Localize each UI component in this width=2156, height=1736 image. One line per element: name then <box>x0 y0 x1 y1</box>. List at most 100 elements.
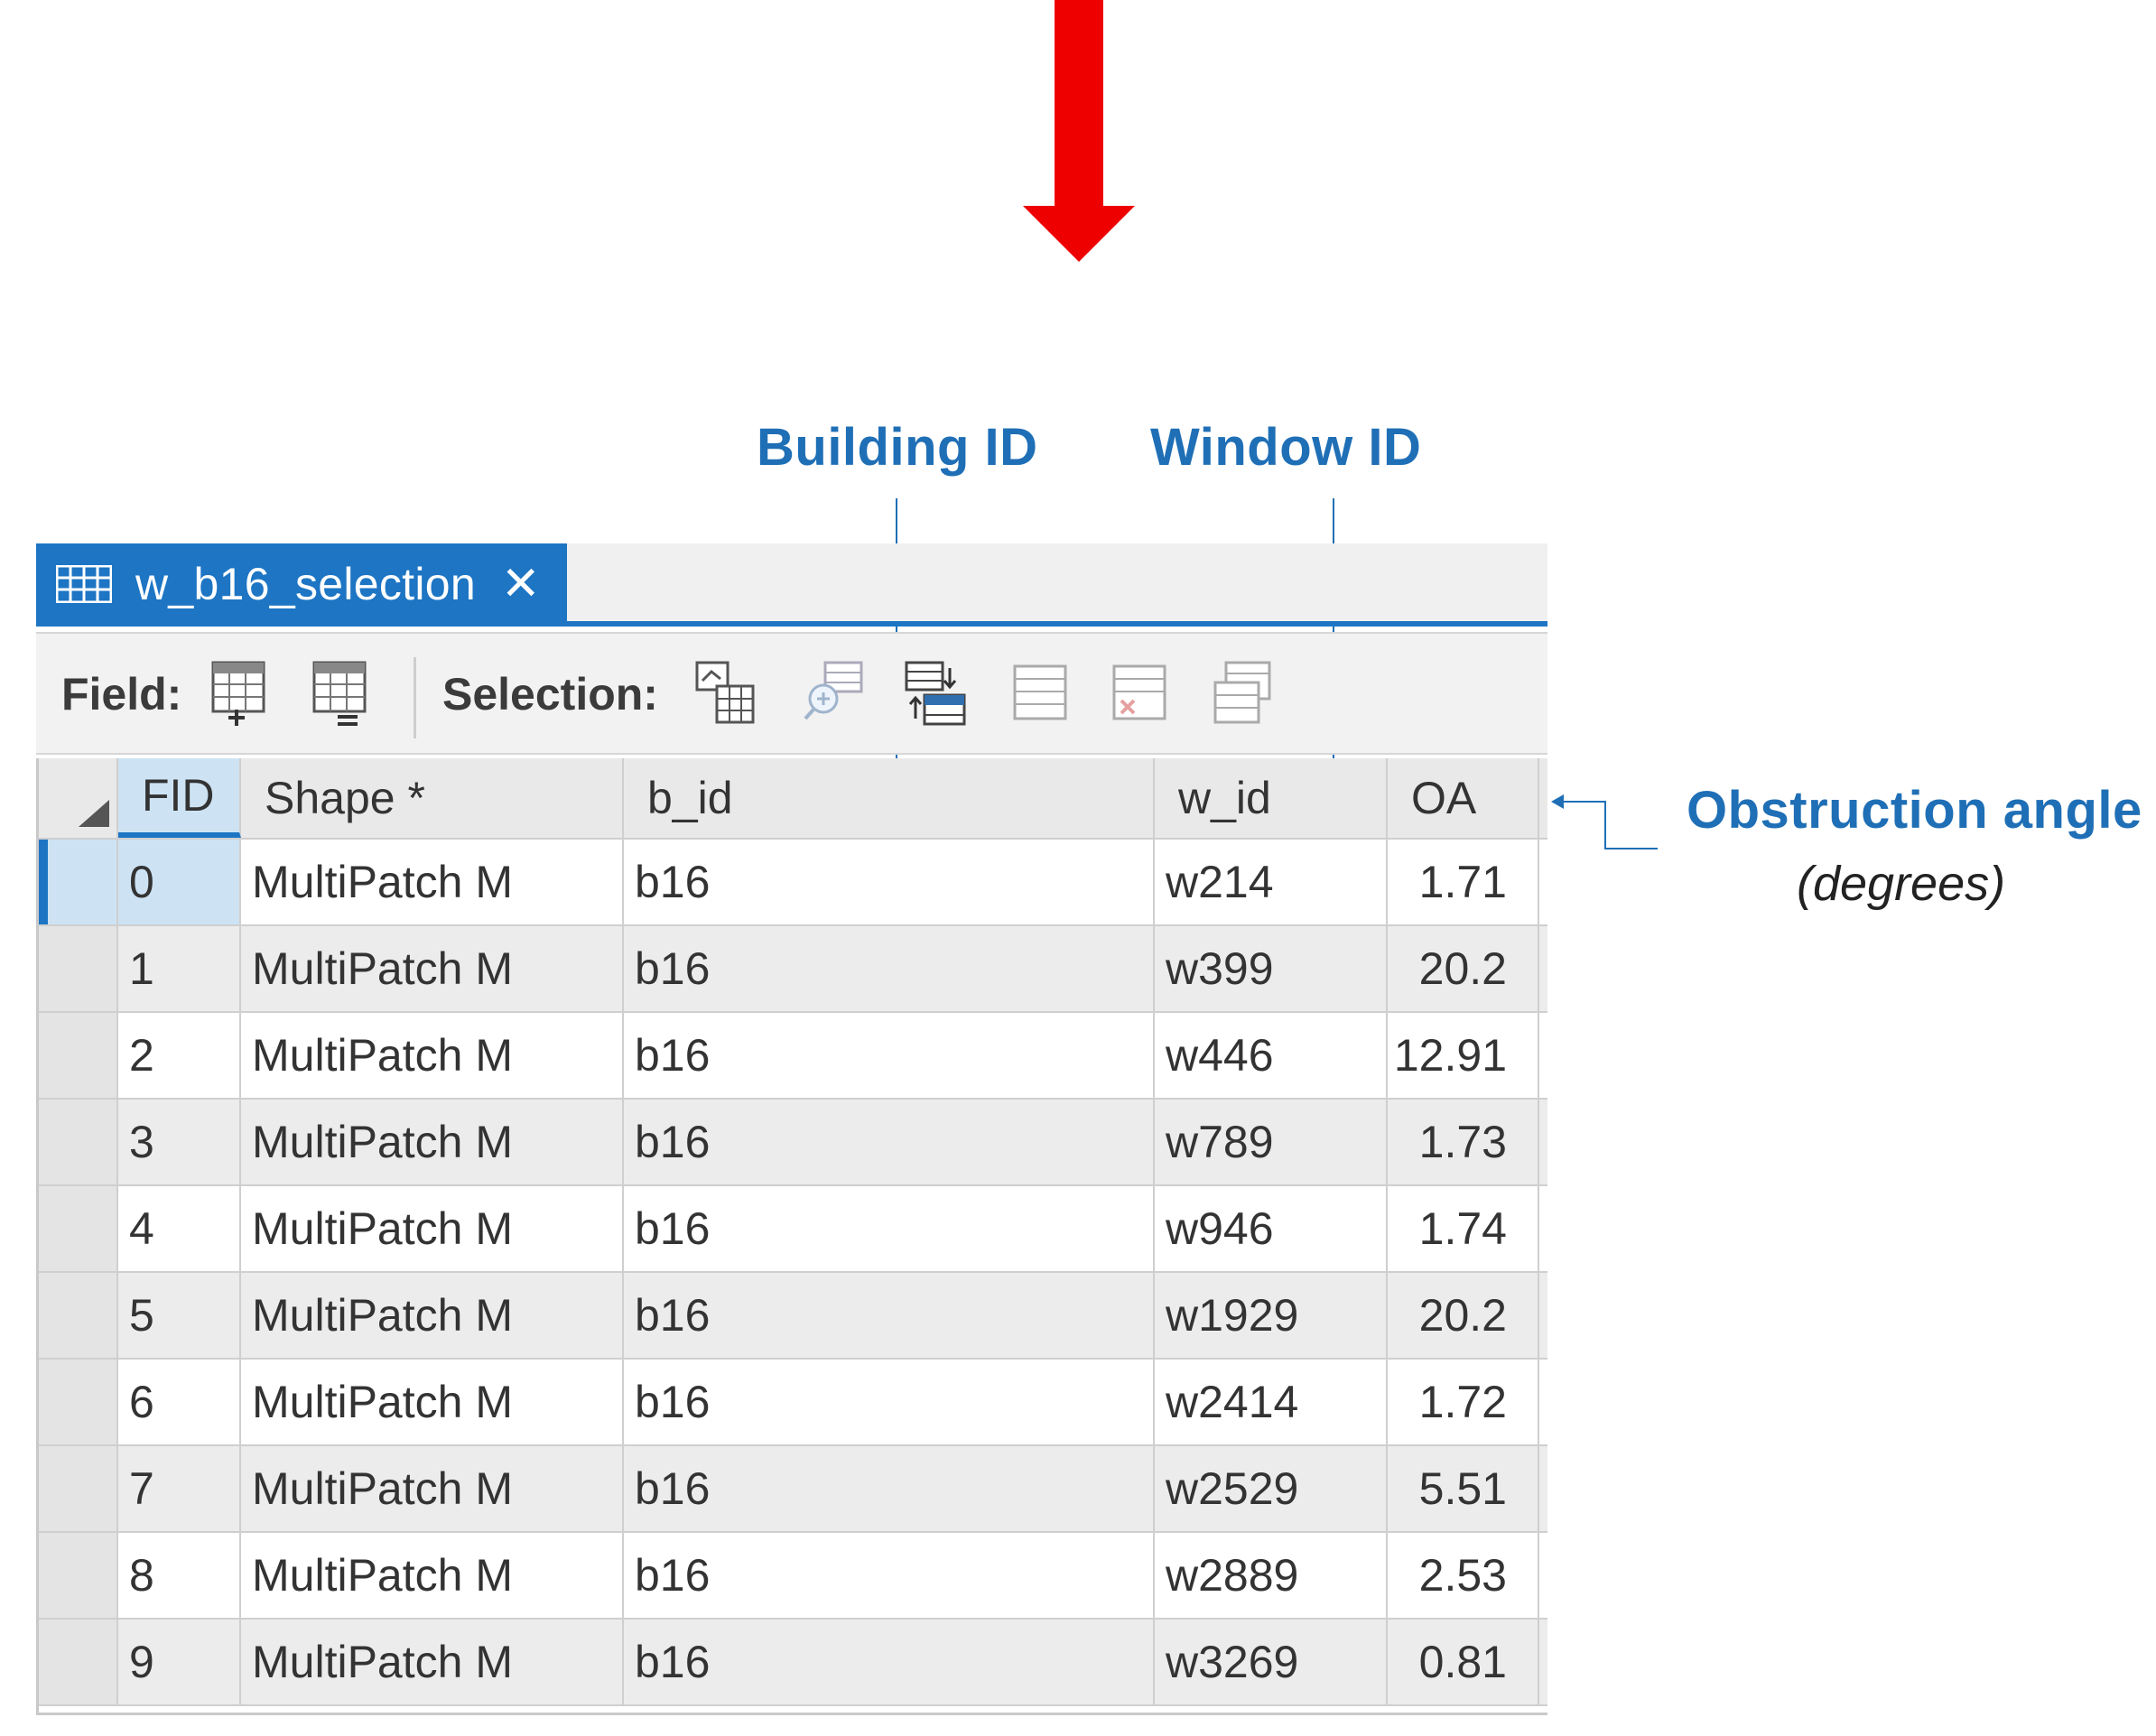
cell-b-id[interactable]: b16 <box>624 1013 1155 1098</box>
cell-fid[interactable]: 1 <box>118 926 241 1011</box>
cell-oa[interactable]: 1.72 <box>1388 1360 1539 1444</box>
obstruction-angle-unit: (degrees) <box>1797 857 2006 911</box>
cell-shape[interactable]: MultiPatch M <box>241 840 624 924</box>
cell-oa[interactable]: 1.71 <box>1388 840 1539 924</box>
cell-fid[interactable]: 7 <box>118 1446 241 1531</box>
cell-w-id[interactable]: w3269 <box>1155 1620 1388 1704</box>
select-by-attributes-icon[interactable] <box>693 659 758 728</box>
cell-oa[interactable]: 20.2 <box>1388 1273 1539 1358</box>
window-id-callout: Window ID <box>1150 418 1422 477</box>
row-selector[interactable] <box>39 1273 118 1358</box>
switch-selection-icon[interactable] <box>903 659 968 728</box>
cell-fid[interactable]: 0 <box>118 840 241 924</box>
cell-oa[interactable]: 2.53 <box>1388 1533 1539 1618</box>
row-selector[interactable] <box>39 926 118 1011</box>
cell-w-id[interactable]: w2529 <box>1155 1446 1388 1531</box>
cell-w-id[interactable]: w789 <box>1155 1100 1388 1184</box>
zoom-to-selection-icon[interactable] <box>802 659 867 728</box>
table-row[interactable]: 0 MultiPatch Mb16 w214 1.71 <box>39 840 1547 926</box>
table-row[interactable]: 8 MultiPatch Mb16 w2889 2.53 <box>39 1533 1547 1620</box>
row-selector[interactable] <box>39 1186 118 1271</box>
cell-fid[interactable]: 5 <box>118 1273 241 1358</box>
cell-w-id[interactable]: w399 <box>1155 926 1388 1011</box>
table-header: FID Shape * b_id w_id OA <box>39 758 1547 840</box>
cell-fid[interactable]: 8 <box>118 1533 241 1618</box>
cell-shape[interactable]: MultiPatch M <box>241 1273 624 1358</box>
toolbar-separator <box>414 657 416 738</box>
cell-b-id[interactable]: b16 <box>624 1620 1155 1704</box>
clear-selection-icon[interactable] <box>1008 659 1073 728</box>
table-row[interactable]: 9 MultiPatch Mb16 w3269 0.81 <box>39 1620 1547 1706</box>
delete-selection-icon[interactable] <box>1107 659 1172 728</box>
cell-w-id[interactable]: w446 <box>1155 1013 1388 1098</box>
cell-b-id[interactable]: b16 <box>624 926 1155 1011</box>
table-row[interactable]: 4 MultiPatch Mb16 w946 1.74 <box>39 1186 1547 1273</box>
table-row[interactable]: 7 MultiPatch Mb16 w2529 5.51 <box>39 1446 1547 1533</box>
attribute-toolbar: Field: Selection: <box>36 632 1547 755</box>
cell-w-id[interactable]: w946 <box>1155 1186 1388 1271</box>
calculate-field-icon[interactable] <box>311 659 376 728</box>
select-all-corner[interactable] <box>39 758 118 838</box>
column-header-fid[interactable]: FID <box>118 758 241 838</box>
table-icon <box>56 565 112 603</box>
cell-shape[interactable]: MultiPatch M <box>241 1620 624 1704</box>
tab-w-b16-selection[interactable]: w_b16_selection ✕ <box>36 543 567 625</box>
cell-oa[interactable]: 5.51 <box>1388 1446 1539 1531</box>
table-row[interactable]: 1 MultiPatch Mb16 w399 20.2 <box>39 926 1547 1013</box>
row-selector[interactable] <box>39 1013 118 1098</box>
row-selector[interactable] <box>39 1446 118 1531</box>
cell-w-id[interactable]: w2889 <box>1155 1533 1388 1618</box>
cell-oa[interactable]: 20.2 <box>1388 926 1539 1011</box>
column-header-w-id[interactable]: w_id <box>1155 758 1388 838</box>
cell-b-id[interactable]: b16 <box>624 1360 1155 1444</box>
cell-shape[interactable]: MultiPatch M <box>241 1446 624 1531</box>
add-field-icon[interactable] <box>209 659 274 728</box>
cell-shape[interactable]: MultiPatch M <box>241 926 624 1011</box>
cell-shape[interactable]: MultiPatch M <box>241 1533 624 1618</box>
column-header-b-id[interactable]: b_id <box>624 758 1155 838</box>
row-selector[interactable] <box>39 1360 118 1444</box>
cell-b-id[interactable]: b16 <box>624 1446 1155 1531</box>
cell-w-id[interactable]: w1929 <box>1155 1273 1388 1358</box>
corner-triangle-icon <box>79 800 109 827</box>
table-row[interactable]: 2 MultiPatch Mb16 w446 12.91 <box>39 1013 1547 1100</box>
row-selector[interactable] <box>39 1533 118 1618</box>
cell-shape[interactable]: MultiPatch M <box>241 1013 624 1098</box>
cell-w-id[interactable]: w2414 <box>1155 1360 1388 1444</box>
cell-oa[interactable]: 12.91 <box>1388 1013 1539 1098</box>
table-row[interactable]: 3 MultiPatch Mb16 w789 1.73 <box>39 1100 1547 1186</box>
close-icon[interactable]: ✕ <box>501 561 541 608</box>
cell-w-id[interactable]: w214 <box>1155 840 1388 924</box>
cell-oa[interactable]: 1.73 <box>1388 1100 1539 1184</box>
cell-shape[interactable]: MultiPatch M <box>241 1360 624 1444</box>
cell-fid[interactable]: 6 <box>118 1360 241 1444</box>
cell-shape[interactable]: MultiPatch M <box>241 1186 624 1271</box>
row-selector[interactable] <box>39 1620 118 1704</box>
down-arrow-icon <box>1023 0 1135 262</box>
table-row[interactable]: 6 MultiPatch Mb16 w2414 1.72 <box>39 1360 1547 1446</box>
cell-fid[interactable]: 4 <box>118 1186 241 1271</box>
cell-b-id[interactable]: b16 <box>624 1186 1155 1271</box>
copy-selection-icon[interactable] <box>1210 659 1275 728</box>
cell-b-id[interactable]: b16 <box>624 1533 1155 1618</box>
attribute-table: FID Shape * b_id w_id OA 0 MultiPatch Mb1… <box>36 758 1547 1715</box>
row-selector[interactable] <box>39 840 118 924</box>
cell-fid[interactable]: 3 <box>118 1100 241 1184</box>
cell-b-id[interactable]: b16 <box>624 1100 1155 1184</box>
cell-fid[interactable]: 2 <box>118 1013 241 1098</box>
building-id-callout: Building ID <box>757 418 1038 477</box>
cell-shape[interactable]: MultiPatch M <box>241 1100 624 1184</box>
cell-b-id[interactable]: b16 <box>624 840 1155 924</box>
table-row[interactable]: 5 MultiPatch Mb16 w1929 20.2 <box>39 1273 1547 1360</box>
row-selector[interactable] <box>39 1100 118 1184</box>
figure-canvas: Building ID Window ID Obstruction angle … <box>0 0 2156 1736</box>
column-header-shape[interactable]: Shape * <box>241 758 624 838</box>
cell-fid[interactable]: 9 <box>118 1620 241 1704</box>
cell-oa[interactable]: 0.81 <box>1388 1620 1539 1704</box>
column-header-oa[interactable]: OA <box>1388 758 1539 838</box>
tab-title: w_b16_selection <box>135 559 476 609</box>
cell-oa[interactable]: 1.74 <box>1388 1186 1539 1271</box>
obstruction-angle-callout: Obstruction angle <box>1687 781 2142 840</box>
selection-label: Selection: <box>442 669 658 719</box>
cell-b-id[interactable]: b16 <box>624 1273 1155 1358</box>
